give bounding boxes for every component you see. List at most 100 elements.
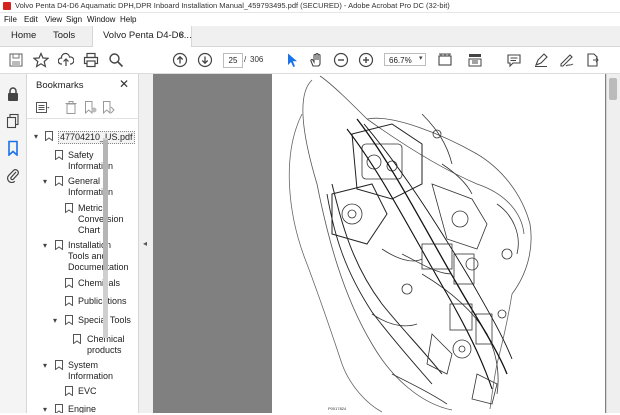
bookmark-general-information[interactable]: ▾ General Information [27, 176, 131, 198]
collapse-arrow-icon[interactable]: ▾ [41, 240, 49, 251]
collapse-arrow-icon[interactable]: ▾ [32, 131, 40, 142]
panel-splitter[interactable]: ◂ [138, 74, 154, 413]
title-bar: Volvo Penta D4-D6 Aquamatic DPH,DPR Inbo… [0, 0, 620, 13]
delete-bookmark-icon[interactable] [65, 101, 77, 114]
bookmarks-toolbar [27, 98, 138, 119]
bookmark-label: Engine [68, 404, 97, 413]
figure-caption: P0017824 [328, 406, 347, 411]
collapse-arrow-icon[interactable]: ▾ [51, 315, 59, 326]
page-number-input[interactable]: 25 [223, 53, 243, 68]
menu-view[interactable]: View [45, 13, 62, 26]
bookmark-label-line2: Information [68, 371, 114, 381]
tab-home[interactable]: Home [11, 26, 36, 46]
bookmark-icon [45, 131, 53, 141]
bookmark-icon [55, 240, 63, 250]
menu-sign[interactable]: Sign [66, 13, 82, 26]
bookmark-icon [55, 404, 63, 413]
bookmark-label-line3: Documentation [68, 262, 129, 272]
highlight-icon[interactable] [533, 52, 549, 68]
marquee-icon[interactable] [437, 52, 453, 68]
bookmark-metric-conversion-chart[interactable]: Metric Conversion Chart [27, 203, 131, 236]
bookmark-icon [73, 334, 81, 344]
bookmark-label-line2: Tools and [68, 251, 107, 261]
bookmark-chemical-products[interactable]: Chemical products [27, 334, 131, 356]
bookmark-evc[interactable]: EVC [27, 386, 131, 398]
collapse-arrow-icon[interactable]: ▾ [41, 360, 49, 371]
bookmark-label: EVC [78, 386, 97, 396]
bookmark-installation-tools[interactable]: ▾ Installation Tools and Documentation [27, 240, 131, 273]
upload-icon[interactable] [58, 52, 74, 68]
page-separator: / [244, 55, 247, 64]
bookmark-label: Chemicals [78, 278, 121, 288]
zoom-out-icon[interactable] [333, 52, 349, 68]
bookmark-chemicals[interactable]: Chemicals [27, 278, 131, 290]
sign-pen-icon[interactable] [559, 52, 575, 68]
bookmark-safety-information[interactable]: Safety Information [27, 150, 131, 172]
bookmarks-scrollbar-thumb[interactable] [103, 140, 108, 270]
bookmark-icon [55, 176, 63, 186]
bookmark-label: Safety [68, 150, 94, 160]
page-up-icon[interactable] [172, 52, 188, 68]
tab-document[interactable]: Volvo Penta D4-D6... × [92, 26, 192, 47]
bookmark-icon [65, 386, 73, 396]
menu-help[interactable]: Help [120, 13, 136, 26]
acrobat-logo-icon [3, 2, 11, 10]
options-menu-icon[interactable] [36, 101, 50, 114]
select-arrow-icon[interactable] [284, 52, 300, 68]
print-icon[interactable] [83, 52, 99, 68]
toolbar: 25 / 306 66.7% ▾ [0, 47, 620, 74]
bookmarks-title: Bookmarks [36, 80, 84, 91]
scroll-mode-icon[interactable] [467, 52, 483, 68]
tab-bar: Home Tools Volvo Penta D4-D6... × [0, 26, 620, 47]
bookmark-label: General [68, 176, 101, 186]
collapse-arrow-icon[interactable]: ▾ [41, 404, 49, 413]
bookmark-label-line3: Chart [78, 225, 101, 235]
page-total: 306 [250, 55, 264, 64]
bookmarks-panel: Bookmarks ✕ ▾ 47704210_US.pdf Safety Inf… [27, 74, 138, 413]
expand-bookmark-icon[interactable] [102, 101, 115, 115]
zoom-dropdown-icon[interactable]: ▾ [419, 54, 423, 62]
collapse-panel-icon[interactable]: ◂ [143, 239, 147, 248]
tab-tools[interactable]: Tools [53, 26, 75, 46]
bookmark-star-icon[interactable] [33, 52, 49, 68]
viewer-scrollbar[interactable] [606, 74, 620, 413]
bookmark-special-tools[interactable]: ▾ Special Tools [27, 315, 131, 327]
bookmark-icon [65, 315, 73, 325]
share-icon[interactable] [584, 52, 600, 68]
viewer-scrollbar-thumb[interactable] [609, 78, 617, 100]
search-icon[interactable] [108, 52, 124, 68]
pdf-page[interactable]: P0017824 [272, 74, 605, 413]
bookmark-system-information[interactable]: ▾ System Information [27, 360, 131, 382]
bookmark-icon [65, 203, 73, 213]
bookmark-icon [65, 278, 73, 288]
menu-file[interactable]: File [4, 13, 17, 26]
bookmarks-panel-icon[interactable] [5, 140, 21, 156]
engine-diagram [288, 75, 532, 413]
bookmark-label: Metric [78, 203, 103, 213]
bookmark-engine[interactable]: ▾ Engine [27, 404, 131, 413]
bookmark-root[interactable]: ▾ 47704210_US.pdf [27, 131, 135, 144]
left-rail [0, 74, 27, 413]
hand-icon[interactable] [308, 52, 324, 68]
new-bookmark-icon[interactable] [84, 101, 97, 115]
comment-icon[interactable] [506, 52, 522, 68]
zoom-in-icon[interactable] [358, 52, 374, 68]
collapse-arrow-icon[interactable]: ▾ [41, 176, 49, 187]
bookmark-label-line2: products [87, 345, 122, 355]
tab-close-icon[interactable]: × [179, 26, 185, 46]
attachment-icon[interactable] [5, 167, 21, 183]
bookmark-icon [55, 360, 63, 370]
pages-icon[interactable] [5, 113, 21, 129]
bookmark-label: 47704210_US.pdf [58, 131, 135, 144]
page-down-icon[interactable] [197, 52, 213, 68]
bookmark-label: System [68, 360, 99, 370]
bookmark-icon [65, 296, 73, 306]
save-icon[interactable] [8, 52, 24, 68]
menu-edit[interactable]: Edit [24, 13, 38, 26]
bookmark-publications[interactable]: Publications [27, 296, 131, 308]
menu-window[interactable]: Window [87, 13, 115, 26]
bookmark-icon [55, 150, 63, 160]
lock-icon[interactable] [5, 86, 21, 102]
close-panel-icon[interactable]: ✕ [119, 77, 129, 91]
bookmark-label-line2: Conversion [78, 214, 124, 224]
